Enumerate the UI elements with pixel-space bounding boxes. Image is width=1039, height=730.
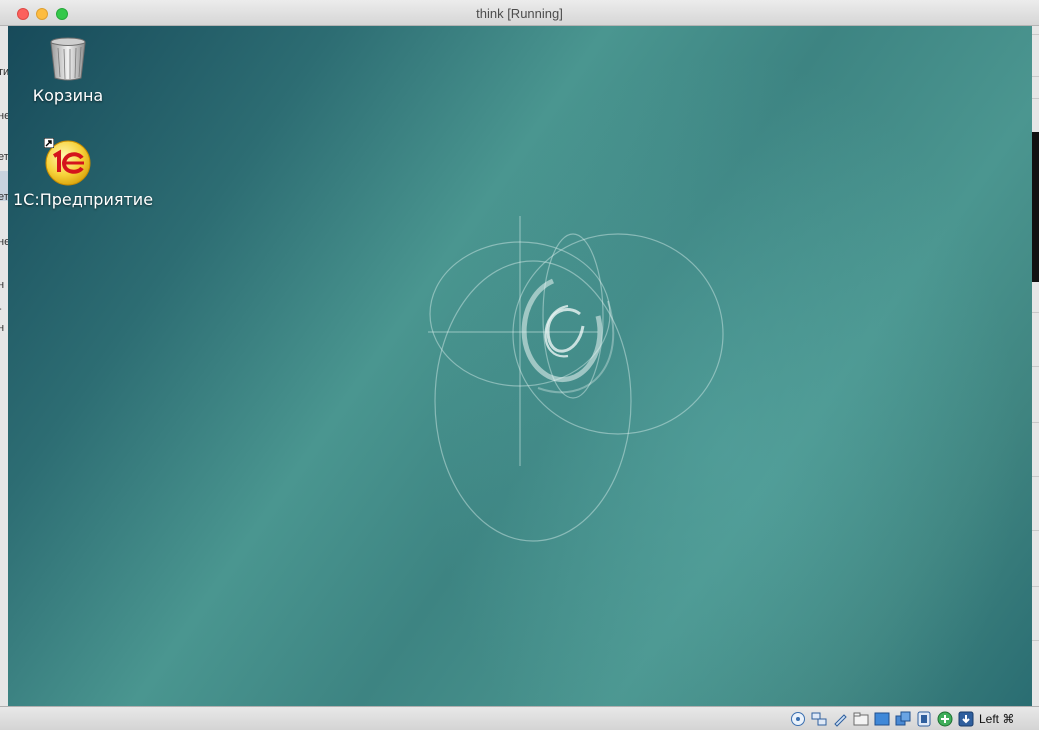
host-window-right-edge (1032, 26, 1039, 706)
debian-swirl-wallpaper (428, 216, 724, 542)
host-divider (1032, 366, 1039, 367)
optical-drive-icon[interactable] (790, 711, 806, 727)
host-text-fragment: - (0, 303, 2, 315)
desktop-icon-1c-enterprise[interactable]: 1С:Предприятие (13, 139, 154, 209)
host-text-fragment: не (0, 110, 8, 122)
shared-folders-icon[interactable] (853, 711, 869, 727)
status-icons (790, 711, 974, 727)
host-divider (1032, 312, 1039, 313)
host-divider (1032, 76, 1039, 77)
trash-icon (50, 37, 86, 81)
display-icon[interactable] (874, 711, 890, 727)
vm-status-bar: Left ⌘ (0, 706, 1039, 730)
desktop-icon-label: 1С:Предприятие (13, 190, 154, 209)
host-window-left-edge: ти не ет ет не н - н (0, 26, 8, 706)
desktop-icon-trash[interactable]: Корзина (13, 36, 123, 105)
virtualbox-window: think [Running] ти не ет ет не н - н (0, 0, 1039, 730)
host-text-fragment: ет (0, 191, 8, 203)
host-dark-panel (1032, 132, 1039, 282)
host-text-fragment: не (0, 236, 8, 248)
host-divider (1032, 98, 1039, 99)
title-bar[interactable]: think [Running] (0, 0, 1039, 26)
cpu-icon[interactable] (916, 711, 932, 727)
guest-desktop[interactable]: Корзина 1С:Предприятие (8, 26, 1032, 706)
desktop-icon-label: Корзина (32, 86, 104, 105)
shortcut-arrow-icon (44, 138, 54, 148)
host-divider (1032, 476, 1039, 477)
host-divider (1032, 422, 1039, 423)
host-divider (1032, 640, 1039, 641)
video-capture-icon[interactable] (895, 711, 911, 727)
window-title: think [Running] (476, 6, 563, 21)
host-key-label: Left ⌘ (979, 712, 1015, 726)
host-divider (1032, 586, 1039, 587)
host-divider (1032, 34, 1039, 35)
host-text-fragment: н (0, 322, 5, 334)
network-icon[interactable] (811, 711, 827, 727)
usb-icon[interactable] (832, 711, 848, 727)
keyboard-capture-icon[interactable] (958, 711, 974, 727)
host-text-fragment: н (0, 279, 5, 291)
mouse-integration-icon[interactable] (937, 711, 953, 727)
host-text-fragment: ти (0, 66, 8, 78)
host-divider (1032, 530, 1039, 531)
host-text-fragment: ет (0, 151, 8, 163)
